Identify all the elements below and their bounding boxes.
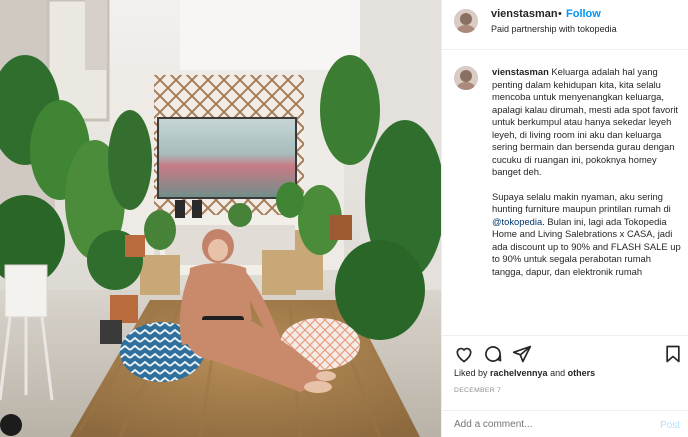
caption-paragraph-2-start: Supaya selalu makin nyaman, aku sering h… xyxy=(492,190,671,215)
caption-area: vienstasman Keluarga adalah hal yang pen… xyxy=(442,51,688,335)
follow-button[interactable]: Follow xyxy=(566,8,601,20)
post-side-panel: vienstasman • Follow Paid partnership wi… xyxy=(441,0,688,437)
living-room-photo xyxy=(0,0,441,437)
comment-input[interactable] xyxy=(454,419,634,430)
send-icon[interactable] xyxy=(512,344,532,364)
likes-summary: Liked by rachelvennya and others xyxy=(454,368,595,378)
tokopedia-mention-link[interactable]: @tokopedia xyxy=(492,216,542,227)
comment-icon[interactable] xyxy=(483,344,503,364)
liked-by-user[interactable]: rachelvennya xyxy=(490,368,548,378)
avatar[interactable] xyxy=(454,9,478,33)
separator-dot: • xyxy=(558,8,562,20)
likes-prefix: Liked by xyxy=(454,368,491,378)
caption-paragraph-2-cut: elektronik rumah xyxy=(572,265,643,277)
comment-bar: Post xyxy=(442,410,688,437)
heart-icon[interactable] xyxy=(454,344,474,364)
post-photo[interactable] xyxy=(0,0,441,437)
caption-text: vienstasman Keluarga adalah hal yang pen… xyxy=(492,66,682,290)
caption-avatar[interactable] xyxy=(454,66,478,90)
post-comment-button[interactable]: Post xyxy=(660,420,680,431)
liked-by-others[interactable]: others xyxy=(568,368,596,378)
bookmark-icon[interactable] xyxy=(663,344,683,364)
caption-paragraph-1: Keluarga adalah hal yang penting dalam k… xyxy=(492,66,679,177)
caption-username[interactable]: vienstasman xyxy=(492,66,549,77)
likes-middle: and xyxy=(547,368,568,378)
action-bar: Liked by rachelvennya and others DECEMBE… xyxy=(442,335,688,435)
paid-partnership-label[interactable]: Paid partnership with tokopedia xyxy=(491,24,617,34)
post-header: vienstasman • Follow Paid partnership wi… xyxy=(442,0,688,50)
post-username[interactable]: vienstasman xyxy=(491,8,558,20)
post-date[interactable]: DECEMBER 7 xyxy=(454,387,501,394)
photo-menu-dot[interactable] xyxy=(0,414,22,436)
